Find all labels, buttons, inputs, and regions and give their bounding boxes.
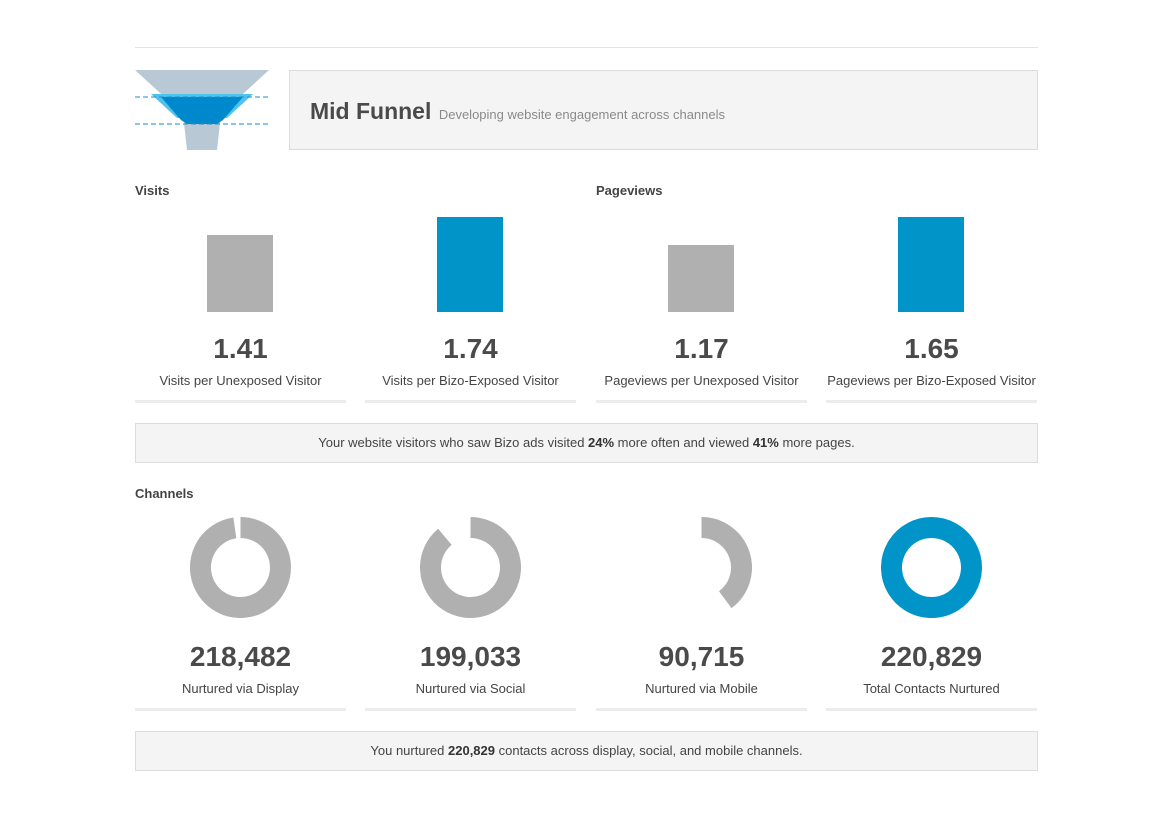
card-divider (135, 708, 346, 711)
stat-label: Nurtured via Display (181, 681, 300, 696)
stat-card-total: 220,829 Total Contacts Nurtured (826, 517, 1037, 745)
card-divider (135, 400, 346, 403)
summary2-text-suffix: contacts across display, social, and mob… (495, 743, 803, 758)
section-label-channels: Channels (135, 486, 194, 501)
stat-label: Nurtured via Social (415, 681, 526, 696)
donut-display (190, 517, 291, 618)
stat-value: 90,715 (658, 641, 745, 672)
summary-nurtured: You nurtured 220,829 contacts across dis… (135, 731, 1038, 771)
stat-label: Visits per Unexposed Visitor (159, 373, 322, 388)
stat-label: Pageviews per Unexposed Visitor (604, 373, 799, 388)
donut-arc-total (881, 517, 982, 618)
card-divider (826, 400, 1037, 403)
stat-value: 1.65 (904, 333, 959, 364)
stat-card-pageviews-unexposed: 1.17 Pageviews per Unexposed Visitor (596, 175, 807, 403)
summary-text-middle: more often and viewed (614, 435, 753, 450)
stat-value: 220,829 (880, 641, 983, 672)
summary2-text-prefix: You nurtured (370, 743, 448, 758)
card-divider (365, 400, 576, 403)
donut-mobile (700, 517, 752, 609)
top-divider (135, 47, 1038, 48)
bar-visits-exposed (437, 217, 503, 312)
donut-total (881, 517, 982, 618)
summary-engagement: Your website visitors who saw Bizo ads v… (135, 423, 1038, 463)
card-divider (596, 400, 807, 403)
header-panel: Mid Funnel Developing website engagement… (289, 70, 1038, 150)
card-divider (365, 708, 576, 711)
summary-visits-pct: 24% (588, 435, 615, 450)
donut-arc-social (420, 517, 521, 618)
bar-visits-unexposed (207, 235, 273, 312)
funnel-mid-band (161, 97, 243, 124)
summary2-total: 220,829 (448, 743, 495, 758)
summary-text-prefix: Your website visitors who saw Bizo ads v… (318, 435, 589, 450)
stat-label: Total Contacts Nurtured (863, 681, 1000, 696)
bar-pageviews-exposed (898, 217, 964, 312)
stat-value: 1.17 (674, 333, 729, 364)
donut-social (420, 517, 521, 618)
stat-label: Visits per Bizo-Exposed Visitor (382, 373, 559, 388)
stat-label: Pageviews per Bizo-Exposed Visitor (827, 373, 1036, 388)
summary-text-suffix: more pages. (778, 435, 855, 450)
stat-value: 1.41 (213, 333, 268, 364)
bar-pageviews-unexposed (668, 245, 734, 312)
stat-card-social: 199,033 Nurtured via Social (365, 517, 576, 745)
card-divider (826, 708, 1037, 711)
stat-value: 1.74 (443, 333, 498, 364)
stat-card-visits-exposed: 1.74 Visits per Bizo-Exposed Visitor (365, 175, 576, 403)
page-title: Mid Funnel (310, 98, 432, 124)
donut-arc-display (190, 517, 291, 618)
stat-label: Nurtured via Mobile (645, 681, 758, 696)
donut-arc-mobile (700, 517, 752, 609)
stat-card-pageviews-exposed: 1.65 Pageviews per Bizo-Exposed Visitor (826, 175, 1037, 403)
summary-pages-pct: 41% (752, 435, 779, 450)
funnel-icon (135, 70, 269, 150)
card-divider (596, 708, 807, 711)
stat-value: 218,482 (189, 641, 292, 672)
stat-card-mobile: 90,715 Nurtured via Mobile (596, 517, 807, 745)
stat-value: 199,033 (419, 641, 522, 672)
stat-card-visits-unexposed: 1.41 Visits per Unexposed Visitor (135, 175, 346, 403)
header-text: Mid Funnel Developing website engagement… (310, 98, 725, 125)
stat-card-display: 218,482 Nurtured via Display (135, 517, 346, 745)
page-subtitle: Developing website engagement across cha… (438, 107, 726, 122)
